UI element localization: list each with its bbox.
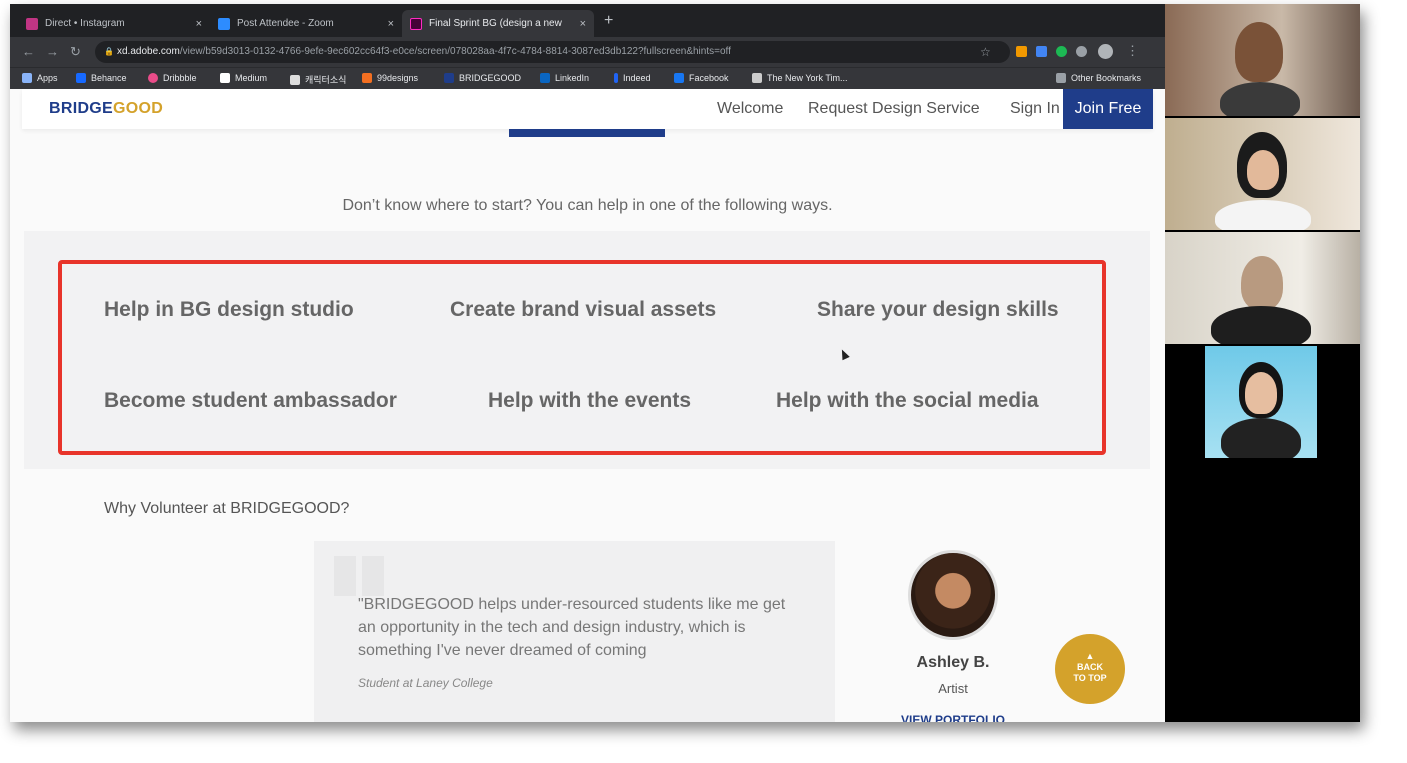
linkedin-icon [540,73,550,83]
tab-label: Direct • Instagram [45,18,125,29]
intro-text: Don’t know where to start? You can help … [342,197,833,214]
help-option[interactable]: Create brand visual assets [450,298,716,322]
address-bar[interactable]: 🔒 xd.adobe.com/view/b59d3013-0132-4766-9… [95,41,1010,63]
participant-body [1221,418,1301,458]
new-tab-button[interactable]: + [604,12,613,30]
folder-icon [1056,73,1066,83]
participant-face [1245,372,1277,414]
help-option[interactable]: Help with the social media [776,389,1039,413]
bookmark-medium[interactable]: Medium [220,73,267,83]
bookmark-icon [290,74,300,85]
testimonial-quote: "BRIDGEGOOD helps under-resourced studen… [358,596,786,659]
apps-grid-icon [22,73,32,83]
join-free-button[interactable]: Join Free [1063,89,1153,129]
behance-icon [76,73,86,83]
participant-video-1[interactable] [1165,4,1360,116]
tab-label: Final Sprint BG (design a new [429,18,562,29]
bookmark-indeed[interactable]: Indeed [614,73,651,83]
kebab-menu-icon[interactable]: ⋮ [1126,43,1139,59]
extension-icon[interactable] [1016,46,1027,57]
bookmark-99designs[interactable]: 99designs [362,73,418,83]
bookmark-dribbble[interactable]: Dribbble [148,73,197,83]
help-option[interactable]: Become student ambassador [104,389,397,413]
reload-icon[interactable]: ↻ [70,44,81,60]
participant-background [1205,346,1317,458]
nav-welcome[interactable]: Welcome [717,100,783,118]
url-domain: xd.adobe.com [117,46,180,57]
annotation-highlight-box [58,260,1106,455]
close-icon[interactable]: × [580,18,586,30]
arrow-up-icon: ▲ [1085,651,1095,661]
bookmarks-bar: Apps Behance Dribbble Medium 캐릭터소식 99des… [10,67,1165,89]
browser-tab-bar: Direct • Instagram × Post Attendee - Zoo… [10,4,1165,37]
puzzle-icon[interactable] [1076,46,1087,57]
back-to-top-button[interactable]: ▲ BACK TO TOP [1055,634,1125,704]
webpage-viewport: BRIDGEGOOD Welcome Request Design Servic… [10,89,1165,722]
lock-icon: 🔒 [104,47,114,56]
testimonial-role: Artist [938,681,968,696]
profile-avatar-icon[interactable] [1098,44,1113,59]
site-header: BRIDGEGOOD Welcome Request Design Servic… [22,89,1153,129]
quote-mark-icon [334,556,356,596]
testimonial-avatar [908,550,998,640]
99designs-icon [362,73,372,83]
indeed-icon [614,73,618,83]
help-option[interactable]: Help in BG design studio [104,298,354,322]
close-icon[interactable]: × [388,18,394,30]
help-option[interactable]: Share your design skills [817,298,1059,322]
participant-body [1211,306,1311,344]
bookmark-korean[interactable]: 캐릭터소식 [290,73,346,86]
dribbble-icon [148,73,158,83]
participant-body [1215,200,1311,230]
testimonial-card: "BRIDGEGOOD helps under-resourced studen… [314,541,835,722]
close-icon[interactable]: × [196,18,202,30]
extension-icon[interactable] [1036,46,1047,57]
nav-request-design-service[interactable]: Request Design Service [808,100,980,118]
url-path: /view/b59d3013-0132-4766-9efe-9ec602cc64… [179,46,731,57]
participant-face [1241,256,1283,310]
participant-body [1220,82,1300,116]
facebook-icon [674,73,684,83]
help-option[interactable]: Help with the events [488,389,691,413]
bookmark-facebook[interactable]: Facebook [674,73,729,83]
video-participants-panel [1165,4,1360,722]
participant-video-4[interactable] [1165,346,1360,458]
tab-zoom[interactable]: Post Attendee - Zoom × [210,10,402,37]
bookmark-behance[interactable]: Behance [76,73,127,83]
nav-sign-in[interactable]: Sign In [1010,100,1060,118]
bridgegood-logo[interactable]: BRIDGEGOOD [49,100,163,118]
extension-icon[interactable] [1056,46,1067,57]
quote-mark-icon [362,556,384,596]
nytimes-icon [752,73,762,83]
back-arrow-icon[interactable]: ← [22,44,35,59]
testimonial-name: Ashley B. [916,654,990,671]
bookmark-star-icon[interactable]: ☆ [980,45,991,59]
tab-label: Post Attendee - Zoom [237,18,334,29]
participant-face [1235,22,1283,82]
instagram-icon [26,17,38,30]
zoom-icon [218,17,230,30]
bookmark-bridgegood[interactable]: BRIDGEGOOD [444,73,521,83]
participant-video-2[interactable] [1165,118,1360,230]
bookmark-nytimes[interactable]: The New York Tim... [752,73,848,83]
bookmark-other[interactable]: Other Bookmarks [1056,73,1141,83]
bridgegood-icon [444,73,454,83]
participant-face [1247,150,1279,190]
browser-toolbar: ← → ↻ 🔒 xd.adobe.com/view/b59d3013-0132-… [10,37,1165,67]
tab-adobe-xd[interactable]: Final Sprint BG (design a new × [402,10,594,37]
adobe-xd-icon [410,17,422,30]
medium-icon [220,73,230,83]
view-portfolio-link[interactable]: VIEW PORTFOLIO [878,713,1028,722]
why-volunteer-heading: Why Volunteer at BRIDGEGOOD? [104,500,350,517]
hero-button-edge [509,129,665,137]
bookmark-apps[interactable]: Apps [22,73,58,83]
screen-frame: Direct • Instagram × Post Attendee - Zoo… [10,4,1360,722]
bookmark-linkedin[interactable]: LinkedIn [540,73,589,83]
tab-instagram[interactable]: Direct • Instagram × [18,10,210,37]
forward-arrow-icon[interactable]: → [46,44,59,59]
testimonial-source: Student at Laney College [358,676,493,690]
participant-video-3[interactable] [1165,232,1360,344]
